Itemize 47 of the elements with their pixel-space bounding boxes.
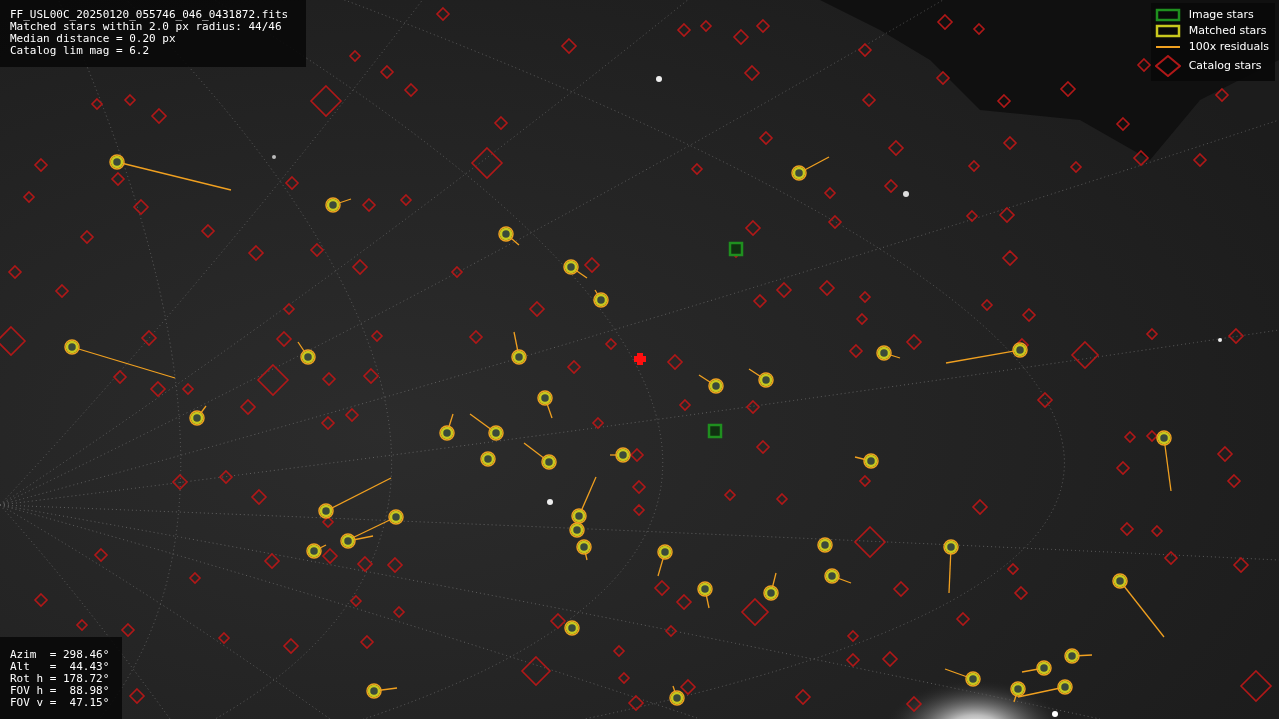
legend-label: 100x residuals: [1188, 39, 1269, 55]
matched-star-marker: [498, 226, 520, 246]
matched-star-marker: [366, 683, 398, 699]
info-text: Median distance = 0.20 px: [10, 33, 177, 45]
legend-label: Image stars: [1188, 7, 1254, 23]
matched-star-marker: [944, 668, 981, 687]
matched-star-marker: [748, 368, 774, 388]
matched-star-marker: [609, 447, 631, 463]
matched-star-marker: [669, 685, 685, 706]
matched-star-marker: [297, 341, 316, 365]
matched-star-marker: [523, 442, 557, 470]
matched-star-marker: [306, 543, 327, 559]
matched-star-marker: [817, 537, 833, 553]
matched-star-marker: [1112, 573, 1165, 638]
matched-star-marker: [697, 581, 713, 609]
matched-star-marker: [943, 539, 959, 594]
center-cross-icon: [634, 353, 646, 365]
info-text: Catalog lim mag = 6.2: [10, 45, 151, 57]
legend-label: Catalog stars: [1188, 58, 1262, 74]
legend-label: Matched stars: [1188, 23, 1267, 39]
pointing-text: Azim = 298.46°: [10, 649, 111, 661]
pointing-text: FOV v = 47.15°: [10, 697, 111, 709]
matched-star-marker: [563, 259, 588, 279]
pointing-text: Alt = 44.43°: [10, 661, 111, 673]
info-text: Matched stars within 2.0 px radius: 44/46: [10, 21, 282, 33]
info-text: FF_USL00C_20250120_055746_046_0431872.fits: [10, 9, 290, 21]
matched-star-marker: [657, 544, 673, 577]
matched-star-marker: [698, 374, 724, 394]
matched-star-marker: [439, 413, 455, 441]
matched-star-marker: [1021, 660, 1052, 676]
matched-star-marker: [564, 620, 580, 636]
matched-star-marker: [325, 197, 352, 213]
matched-star-marker: [469, 413, 504, 441]
matched-star-marker: [537, 390, 553, 419]
matched-star-marker: [763, 572, 779, 601]
pointing-text: Rot h = 178.72°: [10, 673, 111, 685]
matched-star-marker: [854, 453, 879, 469]
matched-star-marker: [511, 331, 527, 365]
matched-star-marker: [824, 568, 852, 584]
matched-star-marker: [480, 451, 496, 467]
pointing-text: FOV h = 88.98°: [10, 685, 111, 697]
matched-star-marker: [1064, 648, 1093, 664]
matched-star-marker: [576, 539, 592, 561]
matched-star-marker: [876, 345, 901, 361]
matched-star-marker: [1156, 430, 1172, 492]
matched-star-marker: [791, 156, 830, 181]
matched-star-marker: [189, 405, 207, 426]
